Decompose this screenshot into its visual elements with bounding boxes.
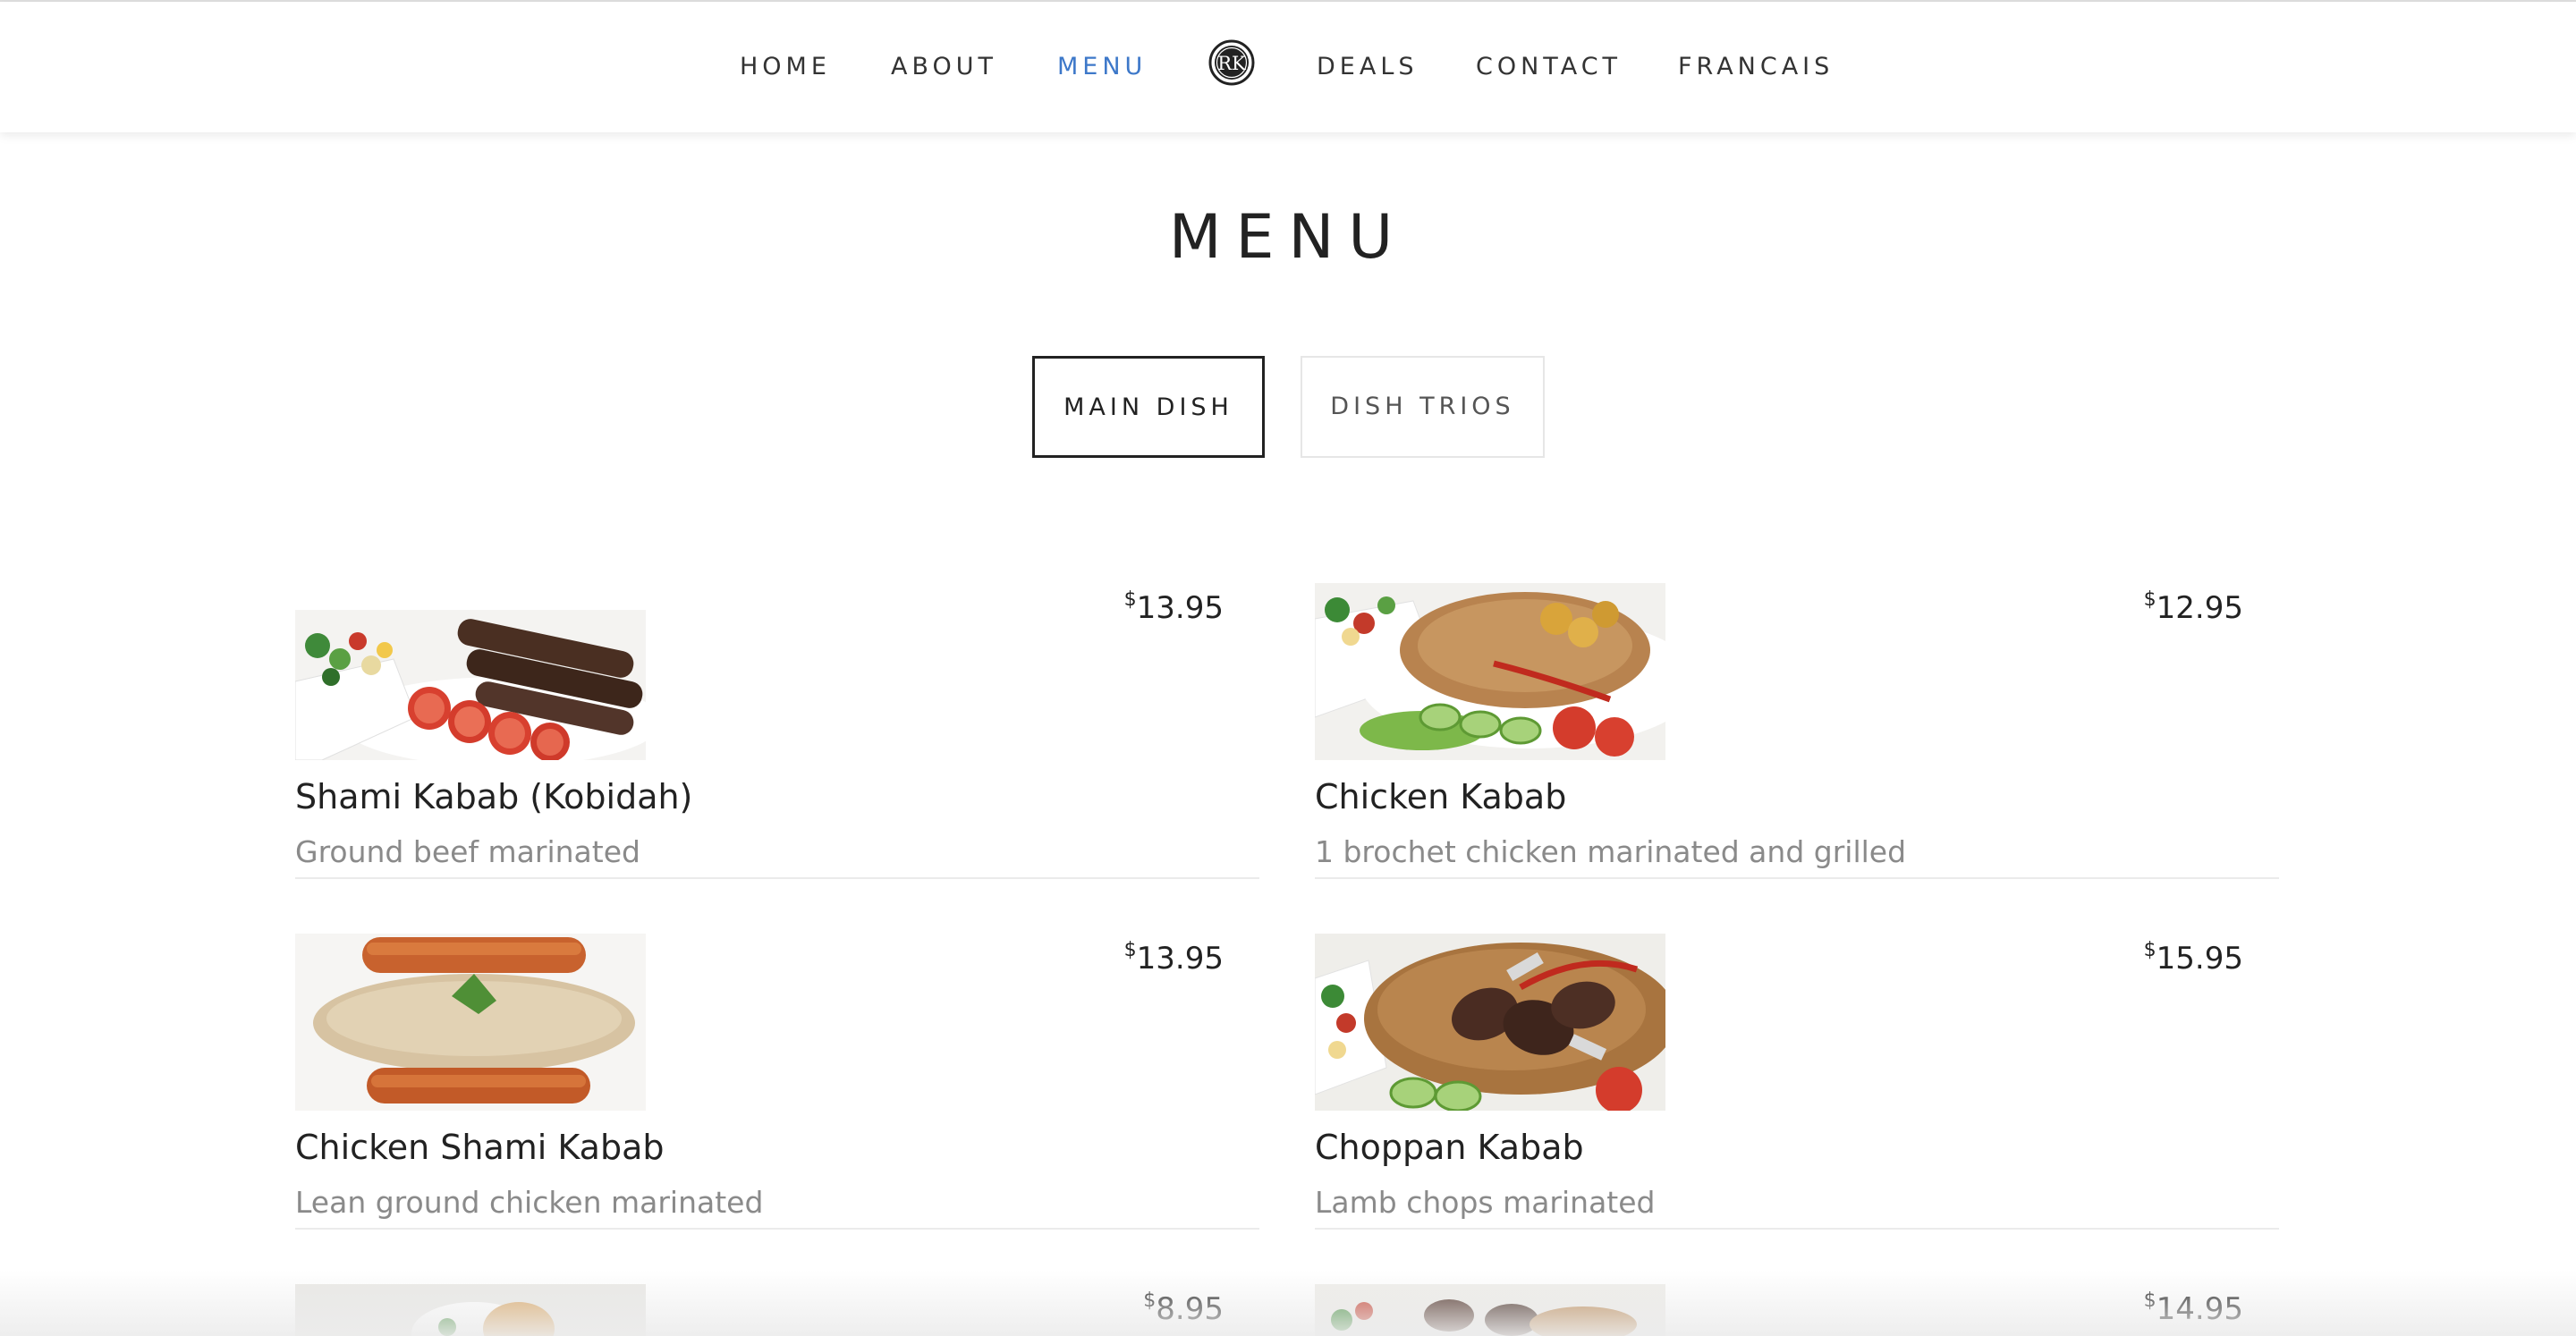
currency-symbol: $ [1123,588,1137,611]
menu-item-description: 1 brochet chicken marinated and grilled [1315,834,1907,869]
currency-symbol: $ [1123,939,1137,961]
price-value: 13.95 [1136,941,1224,977]
menu-item-description: Lamb chops marinated [1315,1185,1656,1220]
price-value: 13.95 [1136,590,1224,626]
price-value: 8.95 [1156,1291,1224,1327]
menu-item-price: $13.95 [1124,939,1224,978]
svg-text:RK: RK [1217,53,1246,74]
lamb-chops-rice-photo [1315,934,1665,1111]
nav-francais-link[interactable]: FRANCAIS [1678,52,1834,82]
nav-home-link[interactable]: HOME [740,52,831,82]
menu-item-description: Lean ground chicken marinated [295,1185,764,1220]
menu-item-card[interactable]: $8.95 [295,1284,1259,1336]
menu-item-name: Chicken Kabab [1315,777,1567,816]
divider [295,877,1259,879]
menu-item-card[interactable]: Chicken Kabab 1 brochet chicken marinate… [1315,583,2279,879]
menu-item-price: $12.95 [2144,588,2243,628]
rk-monogram-logo-icon[interactable]: RK [1208,39,1255,86]
currency-symbol: $ [2143,1289,2157,1312]
price-value: 14.95 [2156,1291,2243,1327]
menu-item-card[interactable]: $14.95 [1315,1284,2279,1336]
menu-item-price: $13.95 [1124,588,1224,628]
meat-plate-photo [1315,1284,1665,1336]
nav-menu-link[interactable]: MENU [1057,52,1147,82]
menu-item-card[interactable]: Shami Kabab (Kobidah) Ground beef marina… [295,583,1259,879]
menu-item-name: Choppan Kabab [1315,1128,1584,1167]
currency-symbol: $ [1143,1289,1157,1312]
top-navigation: HOME ABOUT MENU RK DEALS CONTACT FRANCAI… [0,2,2576,132]
nav-contact-link[interactable]: CONTACT [1476,52,1622,82]
menu-item-name: Shami Kabab (Kobidah) [295,777,693,816]
beef-kabab-skewers-photo [295,610,646,760]
menu-item-name: Chicken Shami Kabab [295,1128,665,1167]
nav-about-link[interactable]: ABOUT [891,52,997,82]
price-value: 12.95 [2156,590,2243,626]
price-value: 15.95 [2156,941,2243,977]
nav-deals-link[interactable]: DEALS [1317,52,1419,82]
chicken-kabab-rice-photo [1315,583,1665,760]
tab-dish-trios[interactable]: DISH TRIOS [1301,356,1545,458]
currency-symbol: $ [2143,939,2157,961]
divider [1315,877,2279,879]
menu-item-price: $14.95 [2144,1289,2243,1329]
menu-item-price: $15.95 [2144,939,2243,978]
menu-item-card[interactable]: Chicken Shami Kabab Lean ground chicken … [295,934,1259,1230]
tab-main-dish[interactable]: MAIN DISH [1032,356,1265,458]
currency-symbol: $ [2143,588,2157,611]
divider [295,1228,1259,1230]
chicken-shami-kabab-photo [295,934,646,1111]
menu-item-description: Ground beef marinated [295,834,640,869]
menu-item-price: $8.95 [1143,1289,1224,1329]
divider [1315,1228,2279,1230]
page-title: MENU [1168,201,1408,273]
burger-photo [295,1284,646,1336]
menu-item-card[interactable]: Choppan Kabab Lamb chops marinated $15.9… [1315,934,2279,1230]
